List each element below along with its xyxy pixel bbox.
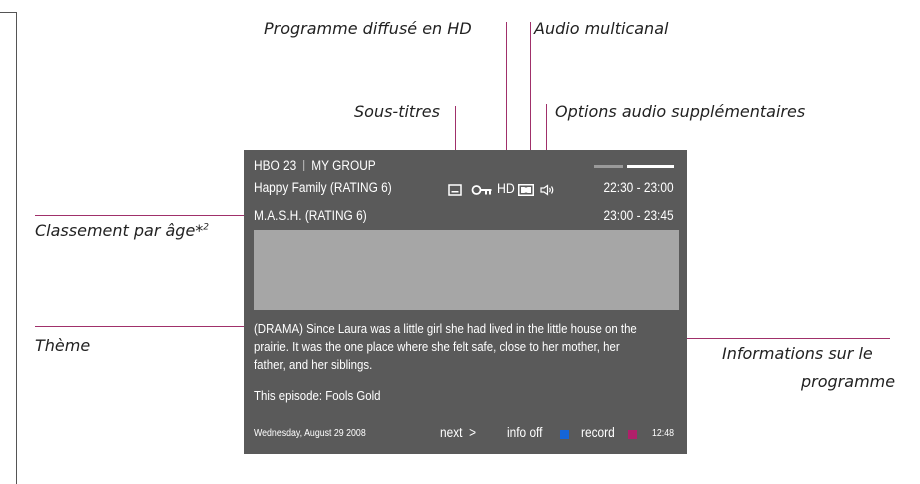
frame-edge-top [0, 12, 16, 13]
next-label: next [440, 425, 463, 440]
programme-info-annotation-line1: Informations sur le [722, 344, 873, 363]
next-programme-title: M.A.S.H. (RATING 6) [254, 208, 367, 223]
channel-group: MY GROUP [311, 158, 376, 173]
key-icon [471, 185, 492, 195]
info-off-button[interactable]: info off [507, 425, 542, 440]
channel-name: HBO 23 [254, 158, 297, 173]
dolby-icon [518, 184, 534, 196]
programme-image-placeholder [254, 230, 679, 310]
age-rating-leader-line [35, 215, 244, 216]
signal-bar-bright [627, 165, 674, 168]
description-line: father, and her siblings. [254, 357, 373, 372]
clock: 12:48 [651, 428, 674, 439]
age-rating-annotation: Classement par âge*2 [35, 221, 210, 240]
date-label: Wednesday, August 29 2008 [254, 428, 366, 439]
next-programme-time: 23:00 - 23:45 [603, 208, 674, 223]
record-label: record [581, 425, 615, 440]
subtitle-icon [448, 184, 462, 196]
record-button[interactable]: record [581, 425, 615, 440]
theme-annotation: Thème [35, 336, 91, 355]
frame-edge-left [16, 12, 17, 484]
blue-key-icon [560, 430, 569, 439]
description-line: prairie. It was the one place where she … [254, 339, 620, 354]
next-button[interactable]: next > [440, 425, 476, 440]
tv-info-panel: HBO 23 MY GROUP Happy Family (RATING 6) H… [244, 150, 687, 454]
description-line: (DRAMA) Since Laura was a little girl sh… [254, 321, 637, 336]
subtitles-annotation: Sous-titres [354, 102, 440, 121]
programme-info-annotation-line2: programme [801, 372, 896, 391]
current-programme-title: Happy Family (RATING 6) [254, 180, 392, 195]
current-programme-time: 22:30 - 23:00 [603, 180, 674, 195]
channel-separator [303, 160, 305, 171]
multichannel-annotation: Audio multicanal [534, 19, 669, 38]
channel-header: HBO 23 MY GROUP [254, 158, 376, 173]
info-off-label: info off [507, 425, 543, 440]
red-key-icon [628, 430, 637, 439]
hd-annotation: Programme diffusé en HD [264, 19, 472, 38]
programme-description: (DRAMA) Since Laura was a little girl sh… [254, 320, 637, 374]
audio-options-annotation: Options audio supplémentaires [555, 102, 806, 121]
signal-bar-dim [594, 165, 623, 168]
speaker-icon [540, 184, 554, 196]
episode-title: This episode: Fools Gold [254, 388, 381, 403]
chevron-right-icon: > [469, 425, 477, 440]
hd-badge: HD [497, 180, 515, 196]
programme-info-leader-line [687, 338, 890, 339]
theme-leader-line [35, 326, 244, 327]
